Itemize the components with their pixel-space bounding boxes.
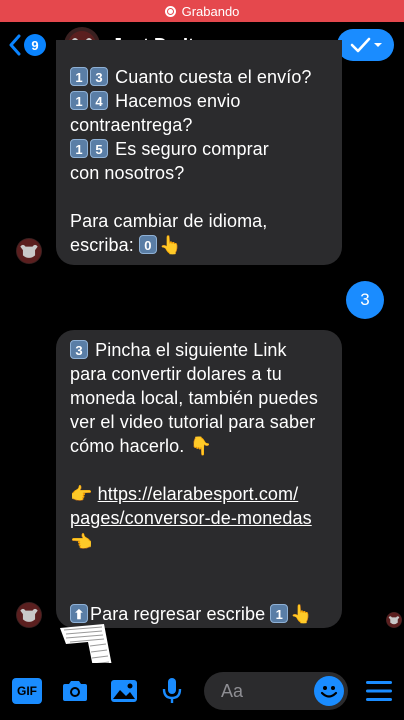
pointing-down-emoji: 👇 bbox=[189, 436, 212, 456]
keycap-5: 5 bbox=[90, 139, 108, 158]
keycap-0: 0 bbox=[138, 235, 157, 254]
pointing-left-emoji: 👈 bbox=[70, 532, 93, 552]
gallery-button[interactable] bbox=[109, 677, 139, 705]
language-line-text: escriba: bbox=[70, 235, 134, 255]
bot-message-bubble[interactable]: 13 Cuanto cuesta el envío? 14 Hacemos en… bbox=[56, 40, 342, 265]
message-line: cómo hacerlo. 👇 bbox=[70, 434, 328, 458]
bot-avatar[interactable] bbox=[16, 238, 42, 264]
image-icon bbox=[111, 680, 137, 702]
read-receipt-avatar bbox=[386, 612, 402, 628]
up-arrow-keycap: ⬆ bbox=[70, 604, 88, 623]
bull-logo-icon bbox=[386, 612, 402, 628]
keycap-3: 3 bbox=[90, 67, 108, 86]
composer-bar: GIF Aa bbox=[0, 663, 404, 720]
bot-message-bubble[interactable]: 3 Pincha el siguiente Link para converti… bbox=[56, 330, 342, 628]
camera-icon bbox=[63, 681, 87, 701]
message-line-text: Pincha el siguiente Link bbox=[95, 340, 287, 360]
recording-indicator[interactable]: Grabando bbox=[0, 0, 404, 22]
message-line: 3 Pincha el siguiente Link bbox=[70, 338, 328, 362]
bot-avatar[interactable] bbox=[16, 602, 42, 628]
menu-line-text: contraentrega? bbox=[70, 115, 193, 135]
record-icon bbox=[164, 5, 176, 17]
menu-button[interactable] bbox=[364, 679, 394, 703]
microphone-icon bbox=[162, 678, 182, 703]
smiley-icon bbox=[320, 686, 338, 698]
done-button[interactable] bbox=[337, 29, 394, 61]
menu-line: 15 Es seguro comprar bbox=[70, 137, 328, 161]
user-message-bubble[interactable]: 3 bbox=[346, 281, 384, 319]
return-text: Para regresar escribe bbox=[90, 604, 266, 624]
menu-line-text: Hacemos envio bbox=[115, 91, 241, 111]
menu-line-text: Cuanto cuesta el envío? bbox=[115, 67, 312, 87]
hamburger-menu-icon bbox=[366, 681, 392, 701]
check-dropdown-icon bbox=[350, 37, 382, 53]
menu-line-text: Es seguro comprar bbox=[115, 139, 269, 159]
menu-line: 14 Hacemos envio bbox=[70, 89, 328, 113]
unread-count-badge: 9 bbox=[24, 34, 46, 56]
link-line: 👈 bbox=[70, 530, 328, 554]
keycap-4: 4 bbox=[90, 91, 108, 110]
menu-line: contraentrega? bbox=[70, 113, 328, 137]
link-line: pages/conversor-de-monedas bbox=[70, 506, 328, 530]
link-line: 👉 https://elarabesport.com/ bbox=[70, 482, 328, 506]
recording-label: Grabando bbox=[181, 3, 240, 19]
message-placeholder: Aa bbox=[221, 680, 244, 701]
keycap-1: 1 bbox=[270, 604, 289, 623]
back-button[interactable]: 9 bbox=[8, 34, 46, 56]
emoji-button[interactable] bbox=[314, 676, 344, 706]
message-line: para convertir dolares a tu bbox=[70, 364, 282, 384]
gif-label: GIF bbox=[17, 684, 37, 698]
converter-link-continued[interactable]: pages/conversor-de-monedas bbox=[70, 508, 312, 528]
converter-link[interactable]: https://elarabesport.com/ bbox=[98, 484, 299, 504]
menu-line: con nosotros? bbox=[70, 161, 328, 185]
keycap-1: 1 bbox=[70, 67, 88, 86]
message-input[interactable]: Aa bbox=[204, 672, 348, 710]
keycap-1: 1 bbox=[70, 139, 88, 158]
language-line: Para cambiar de idioma, bbox=[70, 211, 268, 231]
pointing-right-emoji: 👉 bbox=[70, 484, 93, 504]
camera-button[interactable] bbox=[60, 677, 90, 705]
message-line: ver el video tutorial para saber bbox=[70, 412, 316, 432]
menu-line: 13 Cuanto cuesta el envío? bbox=[70, 65, 328, 89]
message-line: moneda local, también puedes bbox=[70, 388, 318, 408]
keycap-3: 3 bbox=[70, 340, 88, 359]
gif-button[interactable]: GIF bbox=[12, 678, 42, 704]
microphone-button[interactable] bbox=[160, 676, 184, 706]
language-line: escriba: 0 👆 bbox=[70, 233, 328, 257]
message-line-text: cómo hacerlo. bbox=[70, 436, 185, 456]
pointing-up-emoji: 👆 bbox=[290, 604, 313, 624]
menu-line-text: con nosotros? bbox=[70, 163, 185, 183]
pointing-up-emoji: 👆 bbox=[158, 235, 182, 255]
bull-logo-icon bbox=[16, 238, 42, 264]
chevron-left-icon bbox=[9, 34, 21, 56]
bull-logo-icon bbox=[16, 602, 42, 628]
keycap-1: 1 bbox=[70, 91, 88, 110]
